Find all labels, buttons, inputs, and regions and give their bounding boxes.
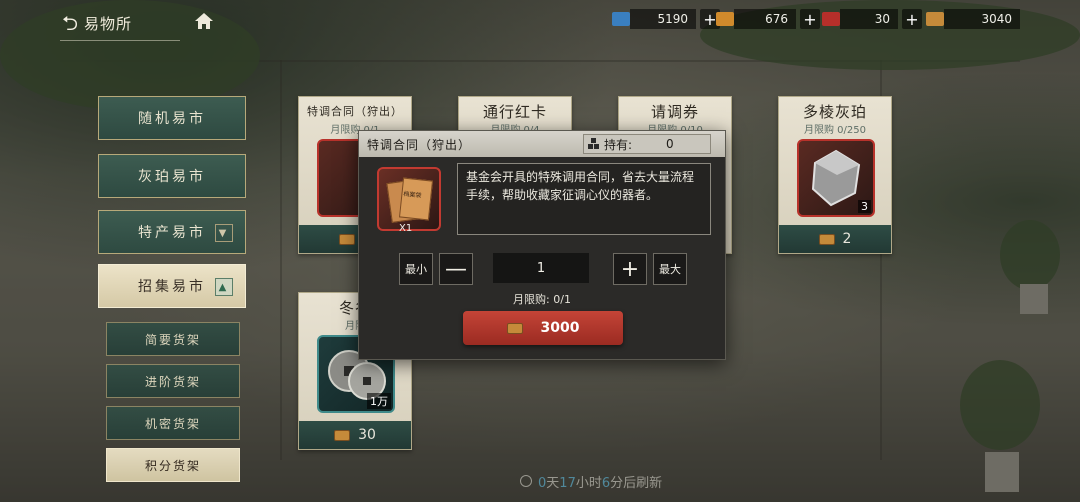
owned-value: 0 <box>666 137 674 151</box>
dialog-header: 特调合同（狩出） 持有: 0 <box>359 131 725 157</box>
tab-recruit-market[interactable]: 招集易市 ▲ <box>98 264 246 308</box>
currency-value: 676 <box>734 9 796 29</box>
currency-value: 5190 <box>630 9 696 29</box>
orange-cube-icon <box>716 12 734 26</box>
item-count: X1 <box>399 223 413 234</box>
increase-button[interactable]: + <box>613 253 647 285</box>
refresh-minutes: 6 <box>601 475 611 491</box>
subtab-basic-shelf[interactable]: 简要货架 <box>106 322 240 356</box>
tab-random-market[interactable]: 随机易市 <box>98 96 246 140</box>
owned-count-box: 持有: 0 <box>583 134 711 154</box>
inventory-icon <box>588 138 600 150</box>
ticket-icon <box>334 429 351 441</box>
tab-label: 特产易市 <box>138 225 206 241</box>
subtab-secret-shelf[interactable]: 机密货架 <box>106 406 240 440</box>
clock-icon <box>520 475 532 487</box>
subtab-label: 简要货架 <box>144 332 201 347</box>
buy-price: 3000 <box>540 320 580 336</box>
red-cube-icon <box>822 12 840 26</box>
card-name: 特调合同（狩出） <box>307 105 403 118</box>
ticket-icon <box>926 12 944 26</box>
max-quantity-button[interactable]: 最大 <box>653 253 687 285</box>
prism-amber-item-image: 3 <box>797 139 875 217</box>
card-name: 通行红卡 <box>482 103 547 121</box>
subtab-points-shelf[interactable]: 积分货架 <box>106 448 240 482</box>
home-icon <box>195 13 213 29</box>
tab-amber-market[interactable]: 灰珀易市 <box>98 154 246 198</box>
tab-label: 招集易市 <box>138 279 206 295</box>
dialog-title: 特调合同（狩出） <box>367 138 472 152</box>
chevron-down-icon: ▼ <box>215 224 233 242</box>
ticket-icon <box>506 322 523 334</box>
page-title: 易物所 <box>84 14 133 33</box>
monthly-limit: 月限购: 0/1 <box>513 293 571 306</box>
subtab-label: 进阶货架 <box>144 374 201 389</box>
card-price: 2 <box>779 225 891 253</box>
currency-value: 3040 <box>944 9 1020 29</box>
item-quantity: 3 <box>858 200 871 213</box>
item-icon-frame: 档案袋 <box>377 167 441 231</box>
purchase-dialog: 特调合同（狩出） 持有: 0 档案袋 X1 基金会开具的特殊调用合同，省去大量流… <box>358 130 726 360</box>
add-currency-button[interactable]: + <box>902 9 922 29</box>
card-name: 请调券 <box>650 103 699 121</box>
hours-unit: 小时 <box>575 475 602 491</box>
tab-specialty-market[interactable]: 特产易市 ▼ <box>98 210 246 254</box>
ticket-icon <box>818 233 835 245</box>
refresh-timer: 0天17小时6分后刷新 <box>520 472 663 491</box>
decrease-button[interactable]: — <box>439 253 473 285</box>
item-quantity: 1万 <box>367 393 391 409</box>
price-value: 30 <box>358 427 376 443</box>
card-limit: 月限购 0/250 <box>804 125 866 136</box>
tab-label: 灰珀易市 <box>138 169 206 185</box>
shop-card-prism-amber[interactable]: 多棱灰珀 月限购 0/250 3 2 <box>778 96 892 254</box>
home-button[interactable] <box>192 12 216 34</box>
subtab-label: 机密货架 <box>144 416 201 431</box>
contract-document-icon: 档案袋 <box>398 177 434 221</box>
currency-value: 30 <box>840 9 898 29</box>
currency-blue: 5190 + <box>612 8 720 30</box>
tab-label: 随机易市 <box>138 111 206 127</box>
buy-button[interactable]: 3000 <box>463 311 623 345</box>
refresh-hours: 17 <box>559 475 576 491</box>
item-description: 基金会开具的特殊调用合同，省去大量流程手续，帮助收藏家征调心仪的器者。 <box>457 163 711 235</box>
minutes-suffix: 分后刷新 <box>610 475 663 491</box>
currency-orange: 676 + <box>716 8 820 30</box>
ticket-icon <box>338 233 355 245</box>
min-quantity-button[interactable]: 最小 <box>399 253 433 285</box>
price-value: 2 <box>842 231 852 247</box>
days-unit: 天 <box>546 475 560 491</box>
quantity-input[interactable]: 1 <box>493 253 589 283</box>
card-name: 多棱灰珀 <box>802 103 867 121</box>
blue-cube-icon <box>612 12 630 26</box>
subtab-label: 积分货架 <box>144 458 201 473</box>
owned-label: 持有: <box>604 137 633 152</box>
currency-red: 30 + <box>822 8 922 30</box>
card-price: 30 <box>299 421 411 449</box>
item-tag-label: 档案袋 <box>403 190 422 200</box>
back-arrow-icon: ⮌ <box>62 11 79 35</box>
subtab-advanced-shelf[interactable]: 进阶货架 <box>106 364 240 398</box>
currency-ticket: 3040 <box>926 8 1020 30</box>
title-underline <box>60 40 180 41</box>
back-button[interactable]: ⮌ 易物所 <box>62 10 172 36</box>
add-currency-button[interactable]: + <box>800 9 820 29</box>
chevron-up-icon: ▲ <box>215 278 233 296</box>
